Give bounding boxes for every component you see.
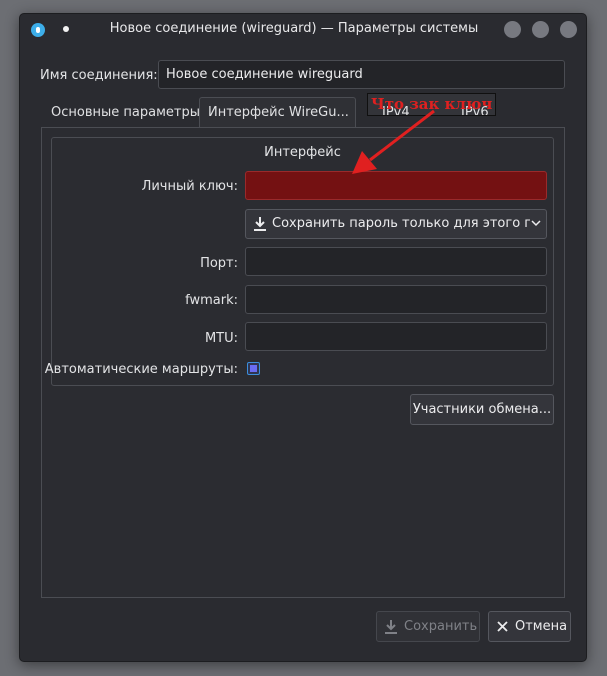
save-button-label: Сохранить <box>404 619 478 634</box>
private-key-label: Личный ключ: <box>141 179 238 194</box>
network-connect-icon[interactable] <box>31 23 45 37</box>
download-icon <box>254 217 266 231</box>
cancel-button-label: Отмена <box>515 619 568 634</box>
annotation-label: Что зак ключ <box>367 93 497 116</box>
fwmark-input[interactable] <box>245 285 547 314</box>
auto-routes-checkbox[interactable] <box>247 362 260 375</box>
cancel-button[interactable]: Отмена <box>488 611 571 642</box>
mtu-label: MTU: <box>204 331 238 346</box>
title-bar[interactable]: Новое соединение (wireguard) — Параметры… <box>20 14 586 46</box>
mtu-input[interactable] <box>245 322 547 351</box>
tab-wireguard-interface[interactable]: Интерфейс WireGu... <box>199 97 356 128</box>
pin-icon[interactable] <box>63 26 69 32</box>
password-storage-select[interactable]: Сохранить пароль только для этого польз <box>245 209 547 239</box>
auto-routes-label: Автоматические маршруты: <box>44 362 238 377</box>
peers-button[interactable]: Участники обмена... <box>410 394 554 425</box>
save-button[interactable]: Сохранить <box>376 611 480 642</box>
chevron-down-icon <box>531 220 541 227</box>
connection-name-input[interactable]: Новое соединение wireguard <box>158 60 565 89</box>
password-storage-value: Сохранить пароль только для этого польз <box>272 216 530 231</box>
save-download-icon <box>385 620 397 634</box>
settings-window: Новое соединение (wireguard) — Параметры… <box>19 13 587 662</box>
close-icon <box>497 621 508 632</box>
tab-general[interactable]: Основные параметры <box>42 97 209 128</box>
close-window-button[interactable] <box>560 21 577 38</box>
connection-name-label: Имя соединения: <box>40 68 158 83</box>
port-label: Порт: <box>200 256 238 271</box>
fwmark-label: fwmark: <box>185 293 238 308</box>
maximize-button[interactable] <box>532 21 549 38</box>
private-key-input[interactable] <box>245 171 547 200</box>
window-title: Новое соединение (wireguard) — Параметры… <box>109 21 479 36</box>
minimize-button[interactable] <box>504 21 521 38</box>
port-input[interactable] <box>245 247 547 276</box>
interface-group-title: Интерфейс <box>264 145 341 160</box>
